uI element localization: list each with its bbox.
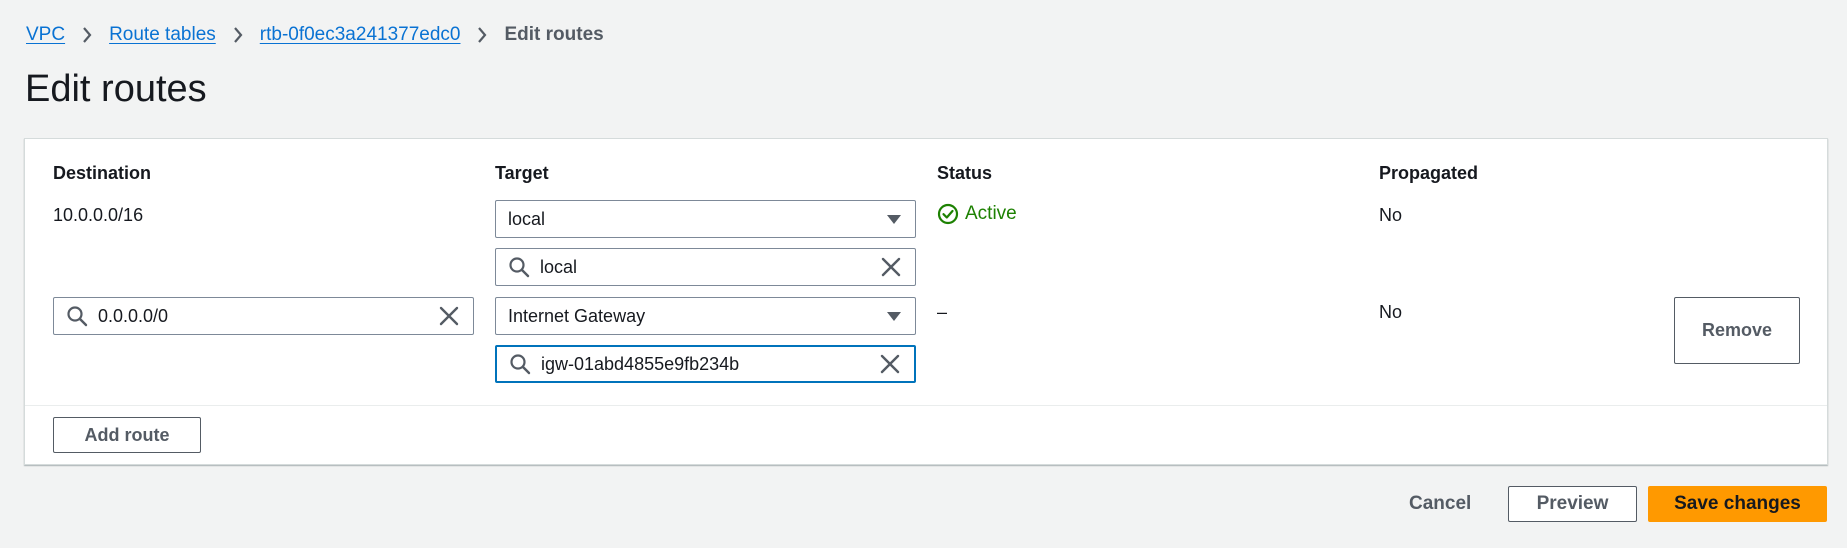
route-1-destination: 10.0.0.0/16 <box>53 205 144 225</box>
route-1-status-label: Active <box>965 203 1017 224</box>
route-2-propagated: No <box>1379 302 1403 322</box>
chevron-right-icon <box>460 26 504 44</box>
route-2-target-search-input[interactable]: igw-01abd4855e9fb234b <box>495 345 916 383</box>
chevron-right-icon <box>65 26 109 44</box>
breadcrumb-vpc[interactable]: VPC <box>26 24 65 46</box>
route-2-destination-value: 0.0.0.0/0 <box>98 305 169 326</box>
route-1-status: Active <box>937 203 1017 225</box>
route-2-target-select[interactable]: Internet Gateway <box>495 297 916 335</box>
header-status: Status <box>937 163 993 183</box>
clear-icon[interactable] <box>878 352 902 376</box>
add-route-button[interactable]: Add route <box>53 417 201 453</box>
header-destination: Destination <box>53 163 152 183</box>
preview-button[interactable]: Preview <box>1508 486 1637 522</box>
route-1-propagated: No <box>1379 205 1403 225</box>
route-2-target-value: Internet Gateway <box>508 305 646 326</box>
route-1-target-search-input[interactable]: local <box>495 248 916 286</box>
save-changes-button[interactable]: Save changes <box>1648 486 1827 522</box>
header-target: Target <box>495 163 549 183</box>
search-icon <box>509 353 531 375</box>
breadcrumb-current: Edit routes <box>504 24 604 45</box>
search-icon <box>508 256 530 278</box>
caret-down-icon <box>885 307 903 325</box>
routes-panel: Destination Target Status Propagated 10.… <box>24 138 1828 465</box>
route-1-target-value: local <box>508 208 546 229</box>
route-2-status: – <box>937 302 948 322</box>
breadcrumb-route-tables[interactable]: Route tables <box>109 24 216 46</box>
status-positive-icon <box>937 203 959 225</box>
header-propagated: Propagated <box>1379 163 1479 183</box>
page-title: Edit routes <box>25 68 207 110</box>
route-2-destination-input[interactable]: 0.0.0.0/0 <box>53 297 474 335</box>
clear-icon[interactable] <box>437 304 461 328</box>
clear-icon[interactable] <box>879 255 903 279</box>
breadcrumb-route-table-id[interactable]: rtb-0f0ec3a241377edc0 <box>260 24 461 46</box>
panel-divider <box>25 405 1827 406</box>
caret-down-icon <box>885 210 903 228</box>
route-1-target-select[interactable]: local <box>495 200 916 238</box>
route-1-target-search-value: local <box>540 256 578 277</box>
chevron-right-icon <box>216 26 260 44</box>
route-2-remove-button[interactable]: Remove <box>1674 297 1800 364</box>
breadcrumb: VPC Route tables rtb-0f0ec3a241377edc0 E… <box>26 24 604 46</box>
cancel-button[interactable]: Cancel <box>1409 493 1471 515</box>
search-icon <box>66 305 88 327</box>
route-2-target-search-value: igw-01abd4855e9fb234b <box>541 353 740 374</box>
